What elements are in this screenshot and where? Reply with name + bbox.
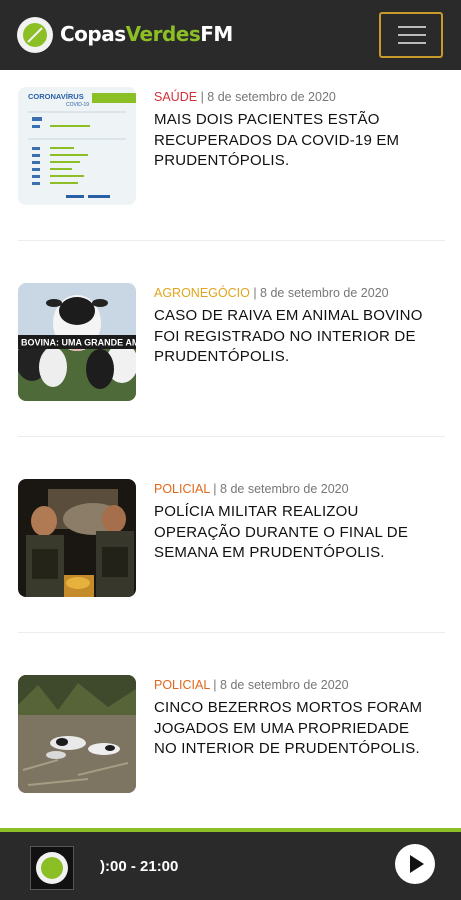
article-category[interactable]: SAÚDE <box>154 90 197 104</box>
police-officers-image <box>18 479 136 597</box>
article-meta: SAÚDE | 8 de setembro de 2020 <box>154 90 336 104</box>
article-title[interactable]: CINCO BEZERROS MORTOS FORAM JOGADOS EM U… <box>154 698 434 760</box>
article-meta: AGRONEGÓCIO | 8 de setembro de 2020 <box>154 286 389 300</box>
article-date: | 8 de setembro de 2020 <box>213 678 349 692</box>
article-category[interactable]: AGRONEGÓCIO <box>154 286 250 300</box>
article-category[interactable]: POLICIAL <box>154 678 210 692</box>
brand-green: Verdes <box>125 22 201 46</box>
calves-image <box>18 675 136 793</box>
divider <box>18 436 445 437</box>
leaf-icon <box>27 27 43 43</box>
radio-player: ):00 - 21:00 <box>0 832 461 900</box>
article-date: | 8 de setembro de 2020 <box>200 90 336 104</box>
article-thumbnail[interactable] <box>18 479 136 597</box>
article-thumbnail[interactable]: BOVINA: UMA GRANDE AM <box>18 283 136 401</box>
play-icon <box>410 855 424 873</box>
hamburger-line <box>398 34 426 36</box>
program-schedule: ):00 - 21:00 <box>100 858 179 875</box>
brand-suffix: FM <box>200 22 233 46</box>
divider <box>18 632 445 633</box>
article-title[interactable]: POLÍCIA MILITAR REALIZOU OPERAÇÃO DURANT… <box>154 502 434 564</box>
thumb-banner: BOVINA: UMA GRANDE AM <box>21 338 136 348</box>
hamburger-line <box>398 42 426 44</box>
menu-button[interactable] <box>379 12 443 58</box>
brand-name[interactable]: CopasVerdesFM <box>60 22 233 46</box>
thumb-heading: CORONAVÍRUS <box>28 92 84 101</box>
article-item[interactable]: CORONAVÍRUS COVID-19 SAÚDE | 8 de setemb… <box>18 87 445 207</box>
article-item[interactable]: POLICIAL | 8 de setembro de 2020 POLÍCIA… <box>18 479 445 599</box>
article-title[interactable]: CASO DE RAIVA EM ANIMAL BOVINO FOI REGIS… <box>154 306 434 368</box>
hamburger-icon <box>398 26 426 28</box>
article-category[interactable]: POLICIAL <box>154 482 210 496</box>
article-thumbnail[interactable]: CORONAVÍRUS COVID-19 <box>18 87 136 205</box>
covid-infographic-image: CORONAVÍRUS COVID-19 <box>18 87 136 205</box>
cattle-image: BOVINA: UMA GRANDE AM <box>18 283 136 401</box>
article-meta: POLICIAL | 8 de setembro de 2020 <box>154 678 349 692</box>
article-thumbnail[interactable] <box>18 675 136 793</box>
article-item[interactable]: BOVINA: UMA GRANDE AM AGRONEGÓCIO | 8 de… <box>18 283 445 403</box>
thumb-sub: COVID-19 <box>66 102 89 108</box>
article-meta: POLICIAL | 8 de setembro de 2020 <box>154 482 349 496</box>
divider <box>18 240 445 241</box>
logo-icon[interactable] <box>17 17 53 53</box>
article-date: | 8 de setembro de 2020 <box>213 482 349 496</box>
top-bar: CopasVerdesFM <box>0 0 461 70</box>
article-item[interactable]: POLICIAL | 8 de setembro de 2020 CINCO B… <box>18 675 445 795</box>
article-date: | 8 de setembro de 2020 <box>253 286 389 300</box>
article-title[interactable]: MAIS DOIS PACIENTES ESTÃO RECUPERADOS DA… <box>154 110 434 172</box>
play-button[interactable] <box>395 844 435 884</box>
station-logo-icon[interactable] <box>30 846 74 890</box>
brand-prefix: Copas <box>60 22 126 46</box>
